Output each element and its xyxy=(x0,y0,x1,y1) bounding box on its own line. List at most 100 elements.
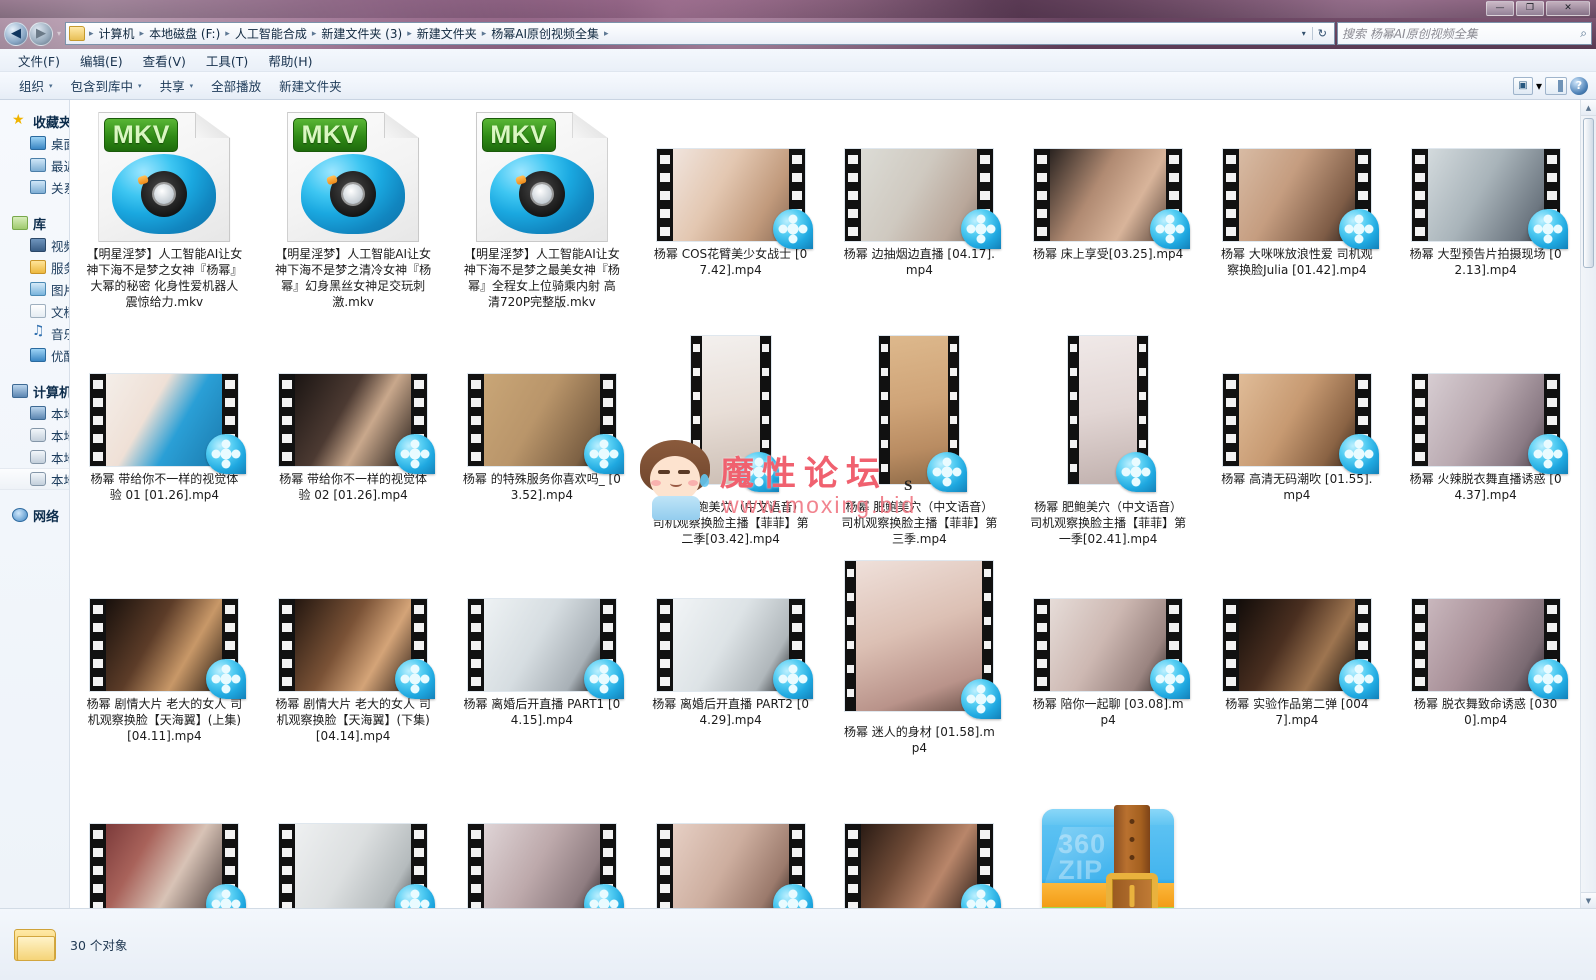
navpane-group-favorites[interactable]: 收藏夹 xyxy=(0,110,69,132)
file-item[interactable]: 360ZIP 杨幂AI原创视频全集.zip xyxy=(1014,781,1203,908)
refresh-icon[interactable]: ↻ xyxy=(1311,27,1332,40)
file-item[interactable]: 杨幂 大型预告片拍摄现场 [02.13].mp4 xyxy=(1391,106,1580,331)
maximize-button[interactable]: ❐ xyxy=(1516,1,1544,16)
menu-tools[interactable]: 工具(T) xyxy=(196,49,258,72)
file-item[interactable]: 杨幂 陪你一起聊 [03.08].mp4 xyxy=(1014,556,1203,781)
file-item[interactable]: 杨幂 唯美红发 高清自慰【无 xyxy=(70,781,259,908)
file-list-content[interactable]: MKV 【明星淫梦】人工智能AI让女神下海不是梦之女神『杨幂』大幂的秘密 化身性… xyxy=(70,100,1596,908)
menu-file[interactable]: 文件(F) xyxy=(8,49,70,72)
status-item-count: 30 个对象 xyxy=(70,938,128,953)
forward-button[interactable]: ▶ xyxy=(29,21,53,46)
menu-view[interactable]: 查看(V) xyxy=(133,49,196,72)
minimize-button[interactable]: — xyxy=(1486,1,1514,16)
navpane-item-pictures[interactable]: 图片 xyxy=(0,278,69,300)
file-item[interactable]: MKV 【明星淫梦】人工智能AI让女神下海不是梦之女神『杨幂』大幂的秘密 化身性… xyxy=(70,106,259,331)
scrollbar-thumb[interactable] xyxy=(1583,118,1594,268)
breadcrumb-item-folder2[interactable]: 新建文件夹 (3) xyxy=(318,24,405,43)
breadcrumb-item-folder1[interactable]: 人工智能合成 xyxy=(232,24,310,43)
file-item[interactable]: MKV 【明星淫梦】人工智能AI让女神下海不是梦之最美女神『杨幂』全程女上位骑乘… xyxy=(448,106,637,331)
chevron-down-icon[interactable]: ▾ xyxy=(1536,79,1542,93)
help-icon[interactable]: ? xyxy=(1570,76,1588,95)
vertical-scrollbar[interactable]: ▲ ▼ xyxy=(1580,100,1596,908)
file-item[interactable]: 杨幂 脱衣舞致命诱惑 [0300].mp4 xyxy=(1391,556,1580,781)
file-item-empty xyxy=(1203,781,1392,908)
file-item[interactable]: 杨幂 离婚后开直播 PART2 [04.29].mp4 xyxy=(636,556,825,781)
search-box[interactable]: 搜索 杨幂AI原创视频全集 ⌕ xyxy=(1337,22,1592,45)
include-in-library-button[interactable]: 包含到库中 ▾ xyxy=(62,73,151,98)
file-name: 杨幂 大咪咪放浪性爱 司机观察换脸Julia [01.42].mp4 xyxy=(1221,247,1373,277)
scroll-down-arrow-icon[interactable]: ▼ xyxy=(1581,892,1596,908)
breadcrumb-item-current[interactable]: 杨幂AI原创视频全集 xyxy=(488,24,602,43)
share-button[interactable]: 共享 ▾ xyxy=(151,73,203,98)
file-item[interactable]: 杨幂 边抽烟边直播 [04.17].mp4 xyxy=(825,106,1014,331)
file-item[interactable]: 杨幂 享受自慰的乐趣 xyxy=(259,781,448,908)
breadcrumb-item-folder3[interactable]: 新建文件夹 xyxy=(414,24,480,43)
file-item[interactable]: 杨幂 大咪咪放浪性爱 司机观察换脸Julia [01.42].mp4 xyxy=(1203,106,1392,331)
file-item[interactable]: 杨幂 带给你不一样的视觉体验 01 [01.26].mp4 xyxy=(70,331,259,556)
back-button[interactable]: ◀ xyxy=(4,21,28,46)
file-item[interactable]: 杨幂 带给你不一样的视觉体验 02 [01.26].mp4 xyxy=(259,331,448,556)
navpane-item-link[interactable]: 关系 xyxy=(0,176,69,198)
navpane-group-computer[interactable]: 计算机 xyxy=(0,380,69,402)
navpane-item-drive-e[interactable]: 本地磁盘 (E:) xyxy=(0,446,69,468)
chevron-down-icon[interactable]: ▾ xyxy=(1296,29,1312,38)
address-bar[interactable]: ▸ 计算机 ▸ 本地磁盘 (F:) ▸ 人工智能合成 ▸ 新建文件夹 (3) ▸… xyxy=(65,22,1335,45)
navpane-item-service[interactable]: 服务 xyxy=(0,256,69,278)
file-item[interactable]: 杨幂 销魂直播（上） xyxy=(448,781,637,908)
navpane-item-drive-c[interactable]: 本地磁盘 (C:) xyxy=(0,402,69,424)
file-item[interactable]: 杨幂 火辣脱衣舞直播诱惑 [04.37].mp4 xyxy=(1391,331,1580,556)
breadcrumb-separator: ▸ xyxy=(481,28,487,39)
breadcrumb-item-drive[interactable]: 本地磁盘 (F:) xyxy=(146,24,223,43)
thumbnail xyxy=(1406,560,1568,699)
file-item[interactable]: 杨幂 直播自慰后面受不了 xyxy=(825,781,1014,908)
navpane-item-drive-d[interactable]: 本地磁盘 (D:) xyxy=(0,424,69,446)
search-input[interactable]: 搜索 杨幂AI原创视频全集 xyxy=(1342,25,1580,42)
organize-button[interactable]: 组织 ▾ xyxy=(10,73,62,98)
navpane-item-download[interactable]: 优酷 xyxy=(0,344,69,366)
zip-buckle xyxy=(1106,873,1159,908)
filmstrip-left xyxy=(1222,149,1239,241)
navpane-group-network[interactable]: 网络 xyxy=(0,504,69,526)
file-item[interactable]: 杨幂 床上享受[03.25].mp4 xyxy=(1014,106,1203,331)
menu-help[interactable]: 帮助(H) xyxy=(258,49,322,72)
menu-edit[interactable]: 编辑(E) xyxy=(70,49,133,72)
file-item[interactable]: 杨幂 肥鲍美穴（中文语音）司机观察换脸主播【菲菲】第二季[03.42].mp4 xyxy=(636,331,825,556)
file-item[interactable]: 杨幂 迷人的身材 [01.58].mp4 xyxy=(825,556,1014,781)
file-item[interactable]: 杨幂 肥鲍美穴（中文语音）司机观察换脸主播【菲菲】第一季[02.41].mp4 xyxy=(1014,331,1203,556)
file-item[interactable]: 杨幂 高清无码潮吹 [01.55].mp4 xyxy=(1203,331,1392,556)
file-item[interactable]: 杨幂 COS花臂美少女战士 [07.42].mp4 xyxy=(636,106,825,331)
navpane-item-desktop[interactable]: 桌面 xyxy=(0,132,69,154)
preview-pane-icon[interactable] xyxy=(1545,76,1567,95)
thumbnail-image xyxy=(295,599,412,691)
media-reel-overlay-icon xyxy=(583,434,624,474)
file-item[interactable]: 杨幂 实验作品第二弹 [0047].mp4 xyxy=(1203,556,1392,781)
breadcrumb-item-computer[interactable]: 计算机 xyxy=(96,24,138,43)
close-button[interactable]: ✕ xyxy=(1546,1,1590,16)
file-item[interactable]: 杨幂 的特殊服务你喜欢吗_ [03.52].mp4 xyxy=(448,331,637,556)
file-item[interactable]: 杨幂 离婚后开直播 PART1 [04.15].mp4 xyxy=(448,556,637,781)
file-item[interactable]: 杨幂 销魂直播（下） xyxy=(636,781,825,908)
navpane-item-label: 文档 xyxy=(51,304,69,320)
media-reel-overlay-icon xyxy=(1116,452,1157,492)
video-thumbnail xyxy=(1067,335,1157,492)
change-view-icon[interactable]: ▣ xyxy=(1512,76,1533,95)
file-item[interactable]: MKV 【明星淫梦】人工智能AI让女神下海不是梦之清冷女神『杨幂』幻身黑丝女神足… xyxy=(259,106,448,331)
navpane-group-libraries[interactable]: 库 xyxy=(0,212,69,234)
file-item[interactable]: 杨幂 剧情大片 老大的女人 司机观察换脸【天海翼】(上集)[04.11].mp4 xyxy=(70,556,259,781)
navpane-item-recent[interactable]: 最近访问的位置 xyxy=(0,154,69,176)
navpane-item-music[interactable]: 音乐 xyxy=(0,322,69,344)
play-all-button[interactable]: 全部播放 xyxy=(202,73,270,98)
video-thumbnail xyxy=(655,823,813,908)
thumbnail xyxy=(273,560,436,699)
navpane-item-drive-f[interactable]: 本地磁盘 (F:) xyxy=(0,468,69,490)
thumbnail-image xyxy=(1427,599,1544,691)
navpane-item-documents[interactable]: 文档 xyxy=(0,300,69,322)
library-icon xyxy=(12,216,28,230)
new-folder-button[interactable]: 新建文件夹 xyxy=(270,73,351,98)
scroll-up-arrow-icon[interactable]: ▲ xyxy=(1581,100,1596,116)
navpane-item-videos[interactable]: 视频 xyxy=(0,234,69,256)
navpane-item-label: 本地磁盘 (F:) xyxy=(51,472,69,488)
file-item[interactable]: 杨幂 肥鲍美穴（中文语音）司机观察换脸主播【菲菲】第三季.mp4 xyxy=(825,331,1014,556)
recent-pages-dropdown[interactable]: ▾ xyxy=(53,22,65,46)
file-item[interactable]: 杨幂 剧情大片 老大的女人 司机观察换脸【天海翼】(下集)[04.14].mp4 xyxy=(259,556,448,781)
